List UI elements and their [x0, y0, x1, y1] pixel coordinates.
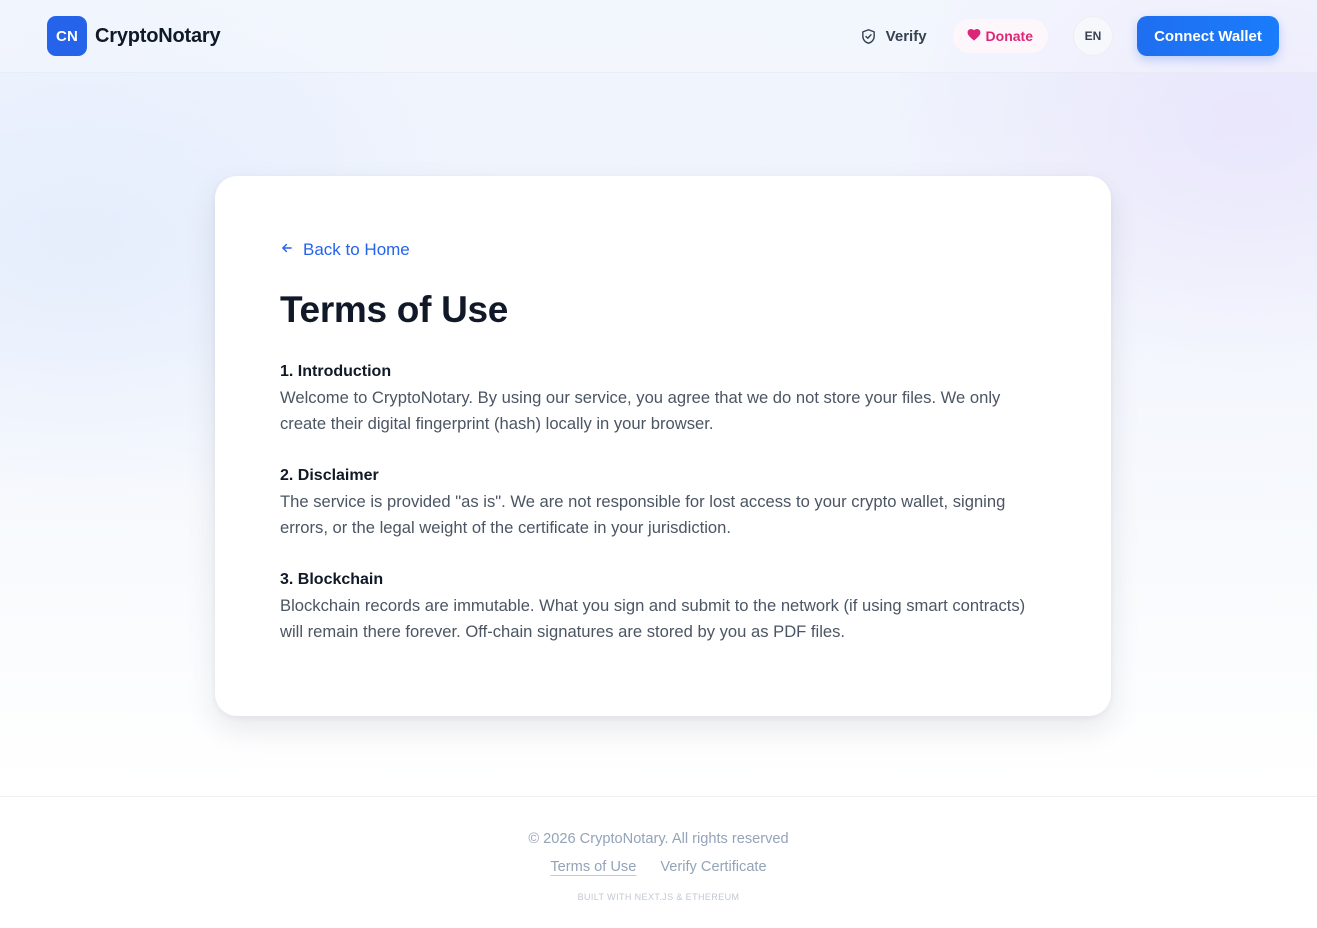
verify-link[interactable]: Verify	[850, 20, 937, 53]
brand-name: CryptoNotary	[95, 24, 221, 47]
donate-label: Donate	[985, 28, 1033, 44]
built-with-text: Built with Next.js & Ethereum	[577, 892, 740, 902]
language-switcher[interactable]: EN	[1073, 16, 1113, 56]
terms-card: Back to Home Terms of Use 1. Introductio…	[215, 176, 1111, 716]
page-title: Terms of Use	[280, 289, 509, 330]
top-navbar: CN CryptoNotary Verify Donate EN Connect…	[0, 0, 1317, 73]
section-body: The service is provided "as is". We are …	[280, 492, 1006, 537]
heart-icon	[967, 28, 981, 44]
brand[interactable]: CN CryptoNotary	[47, 16, 221, 56]
header-nav: Verify Donate EN Connect Wallet	[850, 16, 1279, 56]
footer-links: Terms of Use Verify Certificate	[0, 859, 1317, 875]
terms-section-introduction: 1. Introduction Welcome to CryptoNotary.…	[280, 359, 1046, 437]
terms-section-disclaimer: 2. Disclaimer The service is provided "a…	[280, 463, 1046, 541]
footer: © 2026 CryptoNotary. All rights reserved…	[0, 796, 1317, 928]
verify-label: Verify	[885, 27, 927, 45]
copyright-text: © 2026 CryptoNotary. All rights reserved	[528, 831, 789, 847]
section-body: Blockchain records are immutable. What y…	[280, 596, 1026, 641]
section-heading: 2. Disclaimer	[280, 467, 379, 484]
footer-link-terms[interactable]: Terms of Use	[550, 859, 636, 875]
footer-link-verify-certificate[interactable]: Verify Certificate	[660, 859, 766, 875]
section-heading: 1. Introduction	[280, 363, 392, 380]
connect-wallet-button[interactable]: Connect Wallet	[1137, 16, 1279, 56]
donate-button[interactable]: Donate	[952, 19, 1048, 53]
back-to-home-label: Back to Home	[303, 240, 410, 259]
terms-section-blockchain: 3. Blockchain Blockchain records are imm…	[280, 567, 1046, 645]
section-heading: 3. Blockchain	[280, 571, 384, 588]
arrow-left-icon	[280, 240, 294, 260]
shield-check-icon	[860, 28, 877, 45]
back-to-home-link[interactable]: Back to Home	[280, 240, 410, 260]
section-body: Welcome to CryptoNotary. By using our se…	[280, 388, 1001, 433]
logo-badge: CN	[47, 16, 87, 56]
